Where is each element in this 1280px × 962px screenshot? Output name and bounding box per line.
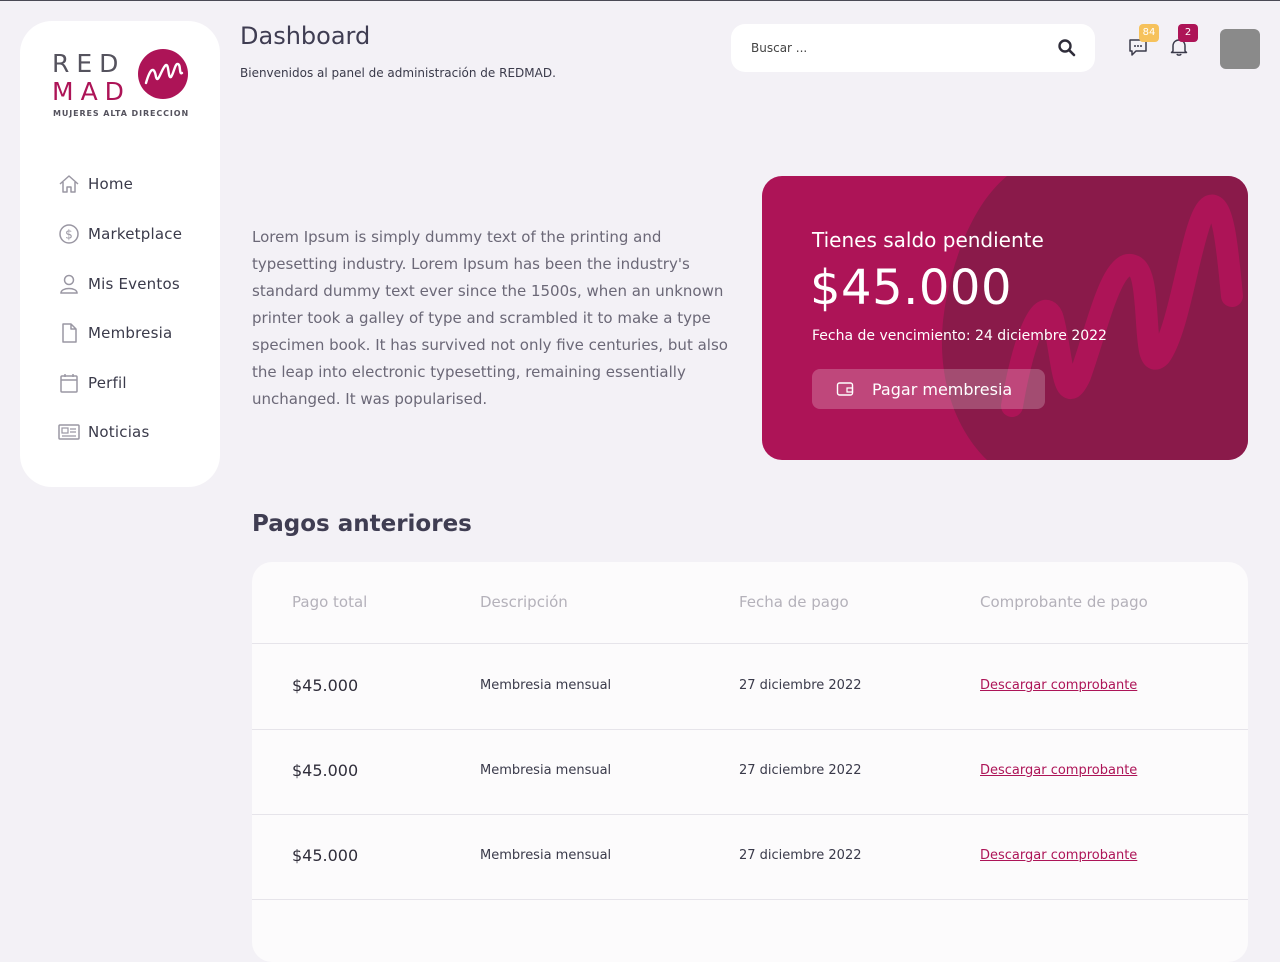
balance-due-date: Fecha de vencimiento: 24 diciembre 2022: [812, 328, 1107, 344]
search-input[interactable]: [751, 38, 1041, 58]
balance-amount: $45.000: [810, 260, 1012, 316]
payment-description: Membresia mensual: [480, 763, 612, 778]
sidebar-item-label: Home: [88, 175, 134, 193]
dollar-circle-icon: $: [58, 223, 80, 245]
search-box: [731, 24, 1095, 72]
user-icon: [58, 273, 80, 295]
notifications-badge: 2: [1178, 24, 1198, 42]
window-top-border: [0, 0, 1280, 1]
sidebar-item-mis-eventos[interactable]: Mis Eventos: [58, 271, 208, 297]
intro-text: Lorem Ipsum is simply dummy text of the …: [252, 228, 728, 408]
card-background-graphic: [941, 176, 1248, 460]
download-receipt-link[interactable]: Descargar comprobante: [980, 678, 1137, 693]
payments-section-title: Pagos anteriores: [252, 511, 472, 537]
calendar-icon: [58, 372, 80, 394]
logo-text-red: RED: [52, 49, 126, 78]
payment-amount: $45.000: [292, 761, 359, 780]
svg-text:$: $: [65, 228, 73, 242]
sidebar-item-label: Mis Eventos: [88, 275, 180, 293]
logo-mark-icon: [138, 49, 188, 99]
sidebar-item-membresia[interactable]: Membresia: [58, 320, 208, 346]
table-row: $45.000 Membresia mensual 27 diciembre 2…: [252, 645, 1248, 730]
wallet-icon: [836, 381, 854, 397]
payment-description: Membresia mensual: [480, 848, 612, 863]
pay-membership-label: Pagar membresia: [872, 379, 1013, 399]
download-receipt-link[interactable]: Descargar comprobante: [980, 763, 1137, 778]
home-icon: [58, 173, 80, 195]
sidebar-item-label: Marketplace: [88, 225, 183, 243]
table-row: $45.000 Membresia mensual 27 diciembre 2…: [252, 815, 1248, 900]
payment-date: 27 diciembre 2022: [739, 763, 862, 778]
logo-text-mad: MAD: [52, 77, 131, 106]
sidebar-item-label: Perfil: [88, 374, 127, 392]
sidebar-item-home[interactable]: Home: [58, 171, 208, 197]
column-header: Pago total: [292, 593, 368, 611]
sidebar-item-noticias[interactable]: Noticias: [58, 419, 208, 445]
newspaper-icon: [58, 421, 80, 443]
table-row: $45.000 Membresia mensual 27 diciembre 2…: [252, 730, 1248, 815]
redmad-logo[interactable]: RED MAD MUJERES ALTA DIRECCION: [52, 49, 192, 121]
column-header: Fecha de pago: [739, 593, 849, 611]
sidebar-item-marketplace[interactable]: $ Marketplace: [58, 221, 208, 247]
search-icon[interactable]: [1057, 38, 1077, 62]
sidebar-item-label: Membresia: [88, 324, 173, 342]
balance-title: Tienes saldo pendiente: [812, 228, 1044, 252]
column-header: Comprobante de pago: [980, 593, 1148, 611]
page-title: Dashboard: [240, 22, 371, 50]
column-header: Descripción: [480, 593, 568, 611]
download-receipt-link[interactable]: Descargar comprobante: [980, 848, 1137, 863]
payments-table: Pago total Descripción Fecha de pago Com…: [252, 562, 1248, 962]
page-subtitle: Bienvenidos al panel de administración d…: [240, 66, 556, 80]
sidebar-item-perfil[interactable]: Perfil: [58, 370, 208, 396]
pending-balance-card: Tienes saldo pendiente $45.000 Fecha de …: [762, 176, 1248, 460]
sidebar: RED MAD MUJERES ALTA DIRECCION Home $ Ma…: [20, 21, 220, 487]
payment-amount: $45.000: [292, 676, 359, 695]
payment-date: 27 diciembre 2022: [739, 848, 862, 863]
logo-tagline: MUJERES ALTA DIRECCION: [53, 109, 190, 118]
file-icon: [58, 322, 80, 344]
avatar[interactable]: [1220, 29, 1260, 69]
payment-amount: $45.000: [292, 846, 359, 865]
payment-date: 27 diciembre 2022: [739, 678, 862, 693]
pay-membership-button[interactable]: Pagar membresia: [812, 369, 1045, 409]
sidebar-item-label: Noticias: [88, 423, 150, 441]
table-header: Pago total Descripción Fecha de pago Com…: [252, 562, 1248, 644]
payment-description: Membresia mensual: [480, 678, 612, 693]
messages-badge: 84: [1139, 24, 1159, 42]
